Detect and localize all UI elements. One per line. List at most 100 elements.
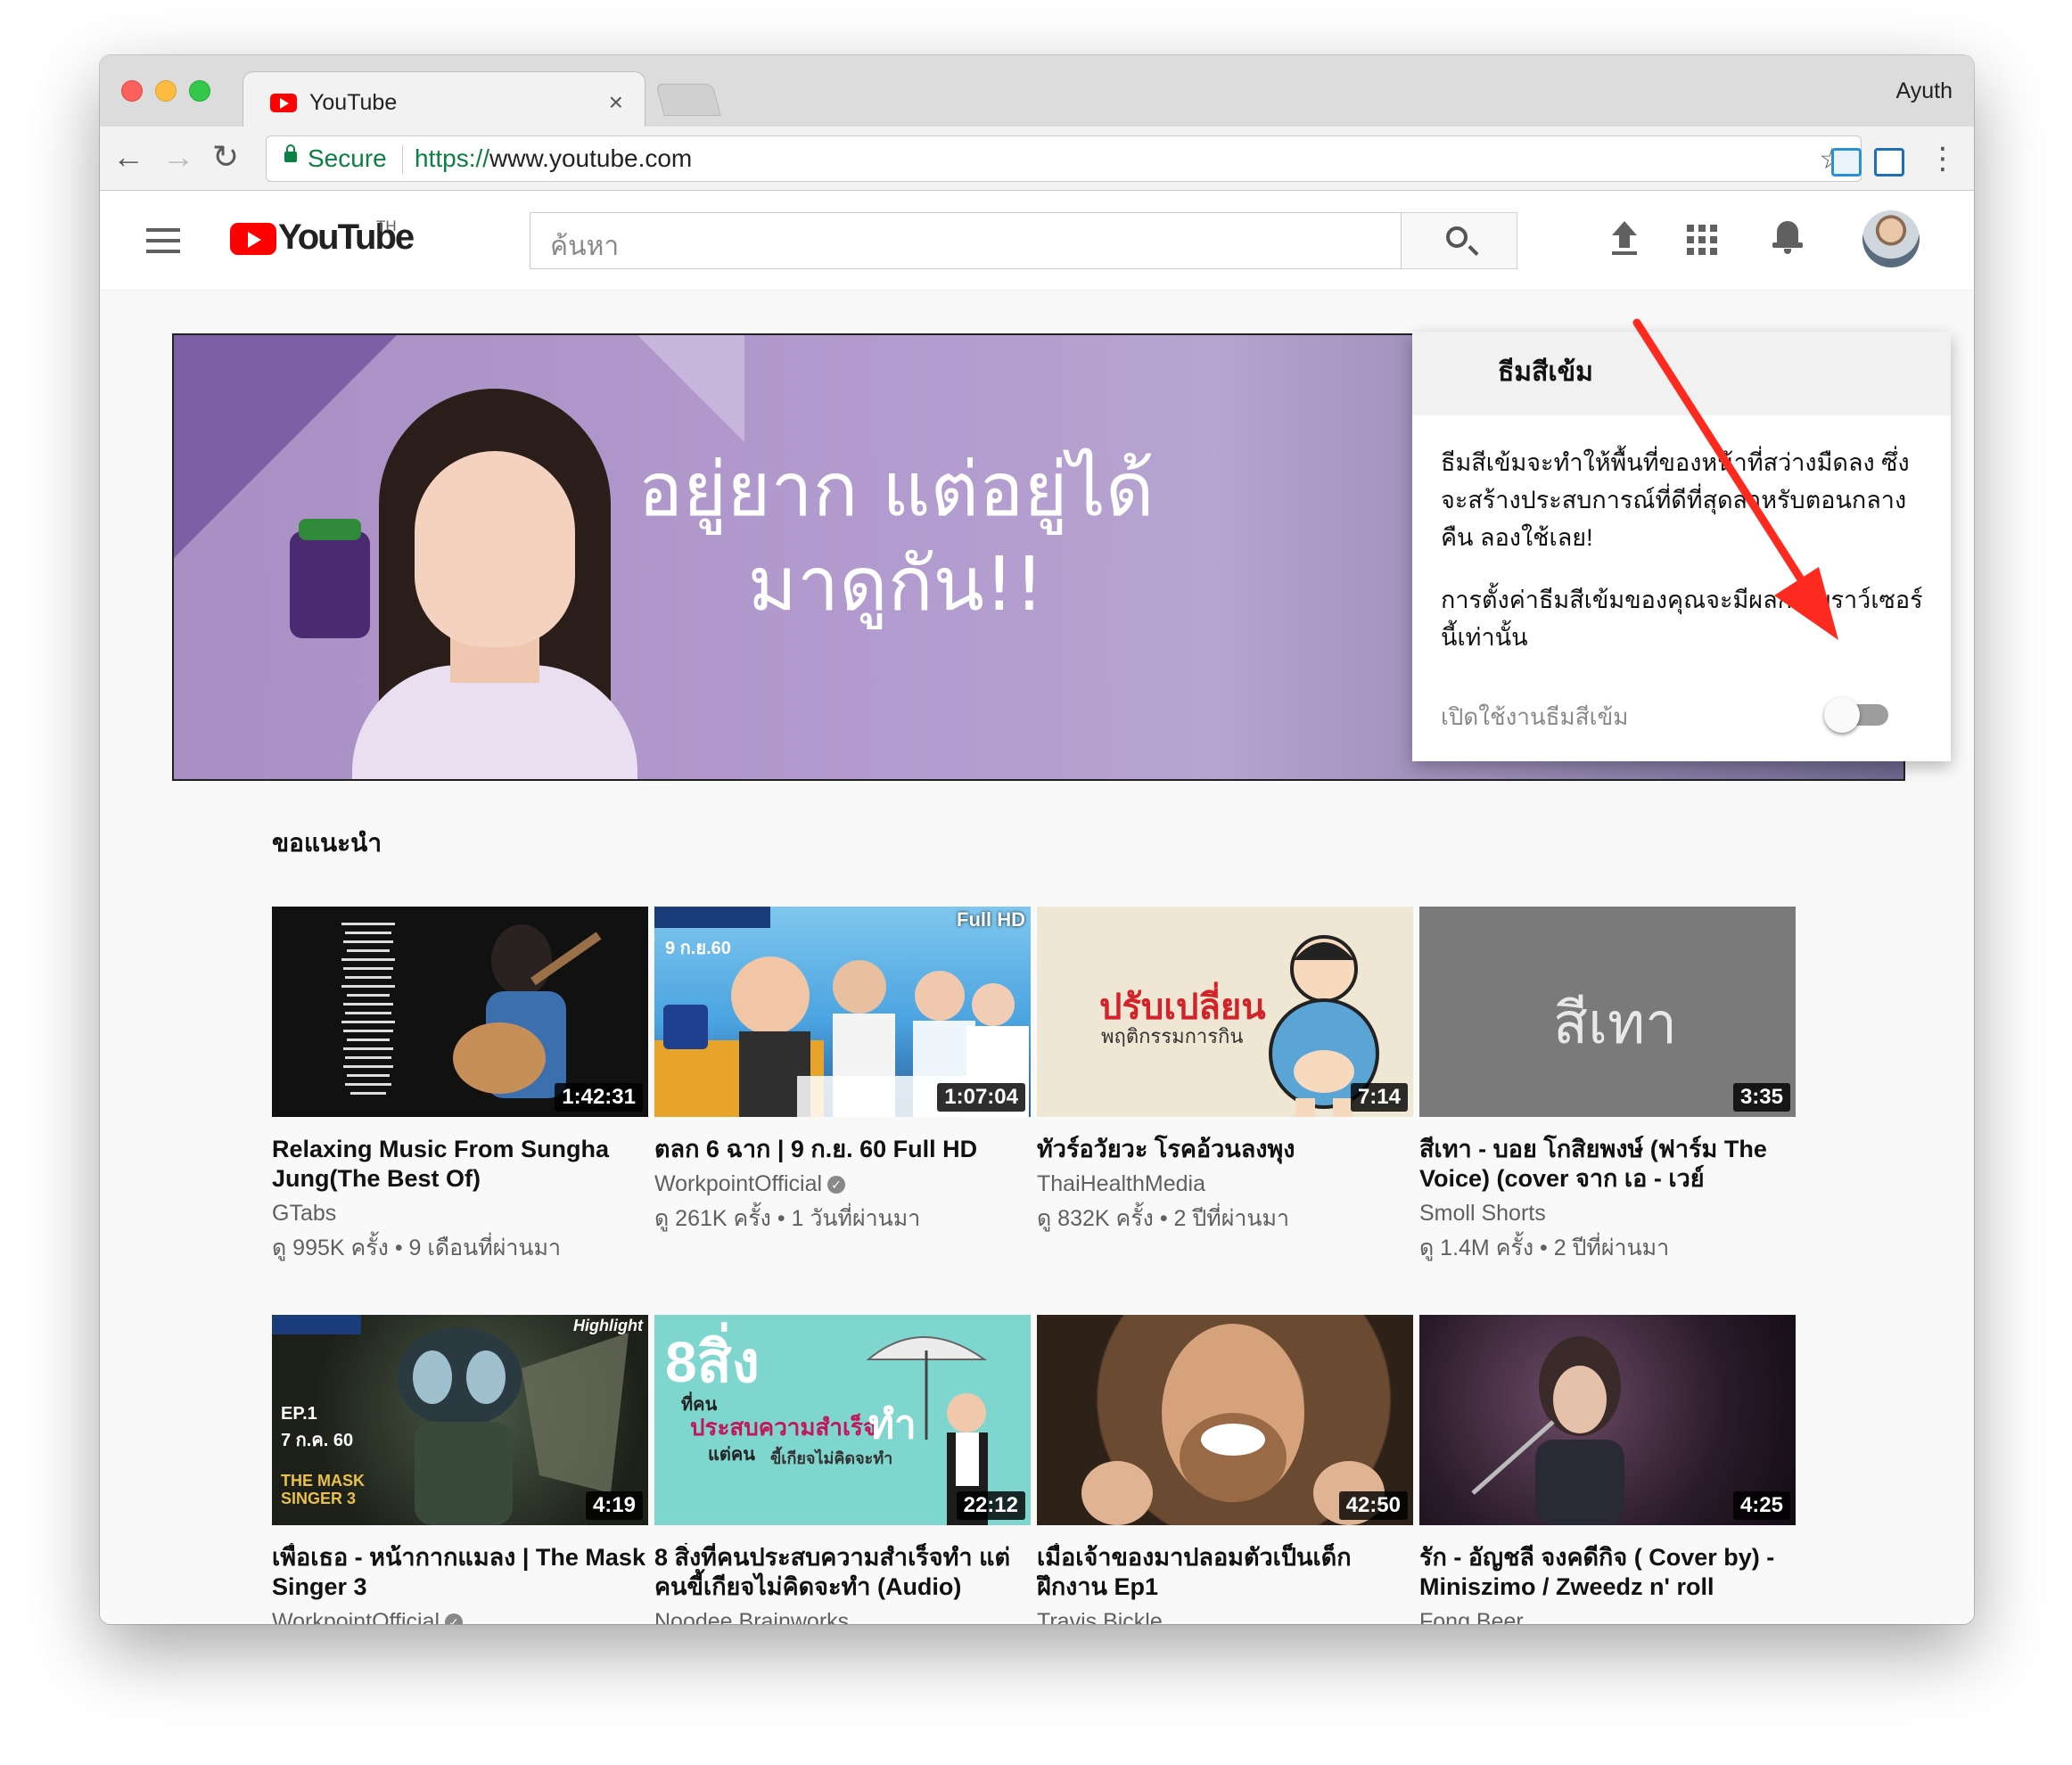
video-title[interactable]: ตลก 6 ฉาก | 9 ก.ย. 60 Full HD bbox=[654, 1135, 1031, 1164]
video-meta: ดู 995K ครั้ง • 9 เดือนที่ผ่านมา bbox=[272, 1236, 562, 1260]
video-thumbnail[interactable]: สีเทา 3:35 bbox=[1419, 907, 1796, 1117]
reload-icon[interactable]: ↻ bbox=[212, 139, 239, 175]
extension-icon[interactable] bbox=[1831, 148, 1862, 176]
video-thumbnail[interactable]: 9 ก.ย.60 Full HD 1:07:04 bbox=[654, 907, 1031, 1117]
channel-name[interactable]: Noodee Brainworks bbox=[654, 1609, 1031, 1624]
overlay-subtitle: พฤติกรรมการกิน bbox=[1101, 1025, 1244, 1047]
video-meta: ดู 1.4M ครั้ง • 2 ปีที่ผ่านมา bbox=[1419, 1236, 1670, 1260]
new-tab-button[interactable] bbox=[655, 84, 721, 116]
address-separator bbox=[402, 145, 403, 174]
video-duration: 7:14 bbox=[1350, 1083, 1408, 1112]
video-thumbnail[interactable]: 4:25 bbox=[1419, 1315, 1796, 1525]
video-card[interactable]: 42:50 เมื่อเจ้าของมาปลอมตัวเป็นเด็กฝึกงา… bbox=[1037, 1315, 1413, 1624]
channel-name-text: WorkpointOfficial bbox=[654, 1171, 823, 1196]
video-meta: ดู 261K ครั้ง • 1 วันที่ผ่านมา bbox=[654, 1206, 921, 1231]
search-input[interactable]: ค้นหา bbox=[530, 212, 1402, 269]
video-title[interactable]: สีเทา - บอย โกสิยพงษ์ (ฟาร์ม The Voice) … bbox=[1419, 1135, 1796, 1194]
browser-window: YouTube × Ayuth ← → ↻ Secure https://www… bbox=[100, 55, 1974, 1624]
extension-icon[interactable] bbox=[1874, 148, 1904, 176]
overlay-date: 7 ก.ค. 60 bbox=[281, 1431, 354, 1450]
page-viewport: YouTube TH ค้นหา อยู่ยาก แต่อยู่ได้ มาดู… bbox=[100, 191, 1974, 1624]
verified-check-icon: ✓ bbox=[445, 1613, 464, 1624]
address-bar[interactable]: Secure https://www.youtube.com ☆ bbox=[266, 135, 1862, 182]
video-duration: 42:50 bbox=[1338, 1491, 1408, 1520]
browser-tab[interactable]: YouTube × bbox=[243, 71, 645, 128]
video-title[interactable]: รัก - อัญชลี จงคดีกิจ ( Cover by) - Mini… bbox=[1419, 1543, 1796, 1602]
search-icon bbox=[1446, 226, 1468, 248]
video-meta: ดู 832K ครั้ง • 2 ปีที่ผ่านมา bbox=[1037, 1206, 1290, 1231]
overlay-headline: สีเทา bbox=[1553, 991, 1678, 1055]
section-title: ขอแนะนำ bbox=[272, 829, 382, 857]
video-card[interactable]: ปรับเปลี่ยน พฤติกรรมการกิน 7:14 ทัวร์อวั… bbox=[1037, 907, 1413, 1236]
url-scheme: https:// bbox=[415, 144, 490, 172]
search-button[interactable] bbox=[1402, 212, 1517, 269]
hamburger-menu-icon[interactable] bbox=[146, 228, 180, 260]
tab-close-icon[interactable]: × bbox=[609, 88, 623, 117]
video-thumbnail[interactable]: Highlight EP.1 7 ก.ค. 60 THE MASK SINGER… bbox=[272, 1315, 648, 1525]
video-title[interactable]: เมื่อเจ้าของมาปลอมตัวเป็นเด็กฝึกงาน Ep1 bbox=[1037, 1543, 1413, 1602]
lock-icon bbox=[284, 144, 297, 162]
video-card[interactable]: สีเทา 3:35 สีเทา - บอย โกสิยพงษ์ (ฟาร์ม … bbox=[1419, 907, 1796, 1266]
video-thumbnail[interactable]: 1:42:31 bbox=[272, 907, 648, 1117]
video-card[interactable]: 4:25 รัก - อัญชลี จงคดีกิจ ( Cover by) -… bbox=[1419, 1315, 1796, 1624]
close-window-button[interactable] bbox=[121, 80, 143, 102]
browser-menu-icon[interactable]: ⋮ bbox=[1928, 141, 1958, 176]
youtube-logo-icon[interactable] bbox=[230, 223, 276, 255]
overlay-lazy: แต่คน bbox=[708, 1445, 755, 1465]
youtube-masthead: YouTube TH ค้นหา bbox=[100, 191, 1974, 291]
url-host: www.youtube.com bbox=[489, 144, 693, 172]
channel-name[interactable]: Travis Bickle bbox=[1037, 1609, 1413, 1624]
channel-name[interactable]: WorkpointOfficial ✓ bbox=[272, 1609, 648, 1624]
zoom-window-button[interactable] bbox=[189, 80, 210, 102]
video-card[interactable]: Highlight EP.1 7 ก.ค. 60 THE MASK SINGER… bbox=[272, 1315, 648, 1624]
tab-bar: YouTube × Ayuth bbox=[100, 55, 1974, 128]
notifications-bell-icon[interactable] bbox=[1772, 219, 1803, 255]
popup-title: ธีมสีเข้ม bbox=[1498, 357, 1593, 387]
tab-title: YouTube bbox=[309, 90, 398, 115]
overlay-lazy-line: ขี้เกียจไม่คิดจะทำ bbox=[770, 1449, 893, 1467]
minimize-window-button[interactable] bbox=[155, 80, 177, 102]
channel-name[interactable]: GTabs bbox=[272, 1201, 648, 1227]
overlay-show-logo: THE MASK SINGER 3 bbox=[281, 1472, 365, 1507]
back-icon[interactable]: ← bbox=[112, 139, 144, 175]
video-title[interactable]: เพื่อเธอ - หน้ากากแมลง | The Mask Singer… bbox=[272, 1543, 648, 1602]
profile-name[interactable]: Ayuth bbox=[1896, 78, 1953, 104]
video-thumbnail[interactable]: 42:50 bbox=[1037, 1315, 1413, 1525]
video-duration: 1:42:31 bbox=[555, 1083, 643, 1112]
banner-headline: อยู่ยาก แต่อยู่ได้ มาดูกัน!! bbox=[584, 442, 1208, 631]
url-text[interactable]: https://www.youtube.com bbox=[415, 144, 692, 173]
overlay-date: 9 ก.ย.60 bbox=[665, 939, 731, 958]
video-card[interactable]: 9 ก.ย.60 Full HD 1:07:04 ตลก 6 ฉาก | 9 ก… bbox=[654, 907, 1031, 1236]
dark-theme-toggle[interactable] bbox=[1824, 697, 1890, 733]
video-duration: 4:25 bbox=[1732, 1491, 1790, 1520]
video-title[interactable]: Relaxing Music From Sungha Jung(The Best… bbox=[272, 1135, 648, 1194]
popup-description: ธีมสีเข้มจะทำให้พื้นที่ของหน้าที่สว่างมื… bbox=[1441, 449, 1910, 551]
browser-toolbar: ← → ↻ Secure https://www.youtube.com ☆ ⋮ bbox=[100, 127, 1974, 191]
video-duration: 22:12 bbox=[956, 1491, 1025, 1520]
popup-header: ธีมสีเข้ม bbox=[1412, 332, 1951, 415]
video-thumbnail[interactable]: ปรับเปลี่ยน พฤติกรรมการกิน 7:14 bbox=[1037, 907, 1413, 1117]
channel-name[interactable]: Fong Beer bbox=[1419, 1609, 1796, 1624]
video-title[interactable]: ทัวร์อวัยวะ โรคอ้วนลงพุง bbox=[1037, 1135, 1413, 1164]
video-duration: 4:19 bbox=[585, 1491, 643, 1520]
product-jar-image bbox=[290, 519, 370, 638]
video-card[interactable]: 8สิ่ง ที่คน ประสบความสำเร็จ ทำ แต่คน ขี้… bbox=[654, 1315, 1031, 1624]
youtube-favicon-icon bbox=[270, 94, 297, 112]
avatar[interactable] bbox=[1862, 210, 1920, 267]
upload-icon[interactable] bbox=[1608, 221, 1640, 257]
overlay-tag: Highlight bbox=[573, 1317, 643, 1334]
video-duration: 3:35 bbox=[1732, 1083, 1790, 1112]
toggle-knob[interactable] bbox=[1824, 697, 1860, 733]
overlay-tag: Full HD bbox=[957, 908, 1025, 931]
verified-check-icon: ✓ bbox=[827, 1176, 846, 1194]
video-title[interactable]: 8 สิ่งที่คนประสบความสำเร็จทำ แต่คนขี้เกี… bbox=[654, 1543, 1031, 1602]
channel-name[interactable]: ThaiHealthMedia bbox=[1037, 1171, 1413, 1197]
video-card[interactable]: 1:42:31 Relaxing Music From Sungha Jung(… bbox=[272, 907, 648, 1266]
channel-name[interactable]: WorkpointOfficial ✓ bbox=[654, 1171, 1031, 1197]
popup-note: การตั้งค่าธีมสีเข้มของคุณจะมีผลกับเบราว์… bbox=[1441, 587, 1923, 651]
apps-grid-icon[interactable] bbox=[1687, 225, 1717, 255]
forward-icon[interactable]: → bbox=[162, 139, 194, 175]
channel-name[interactable]: Smoll Shorts bbox=[1419, 1201, 1796, 1227]
video-thumbnail[interactable]: 8สิ่ง ที่คน ประสบความสำเร็จ ทำ แต่คน ขี้… bbox=[654, 1315, 1031, 1525]
search-placeholder: ค้นหา bbox=[550, 232, 620, 261]
